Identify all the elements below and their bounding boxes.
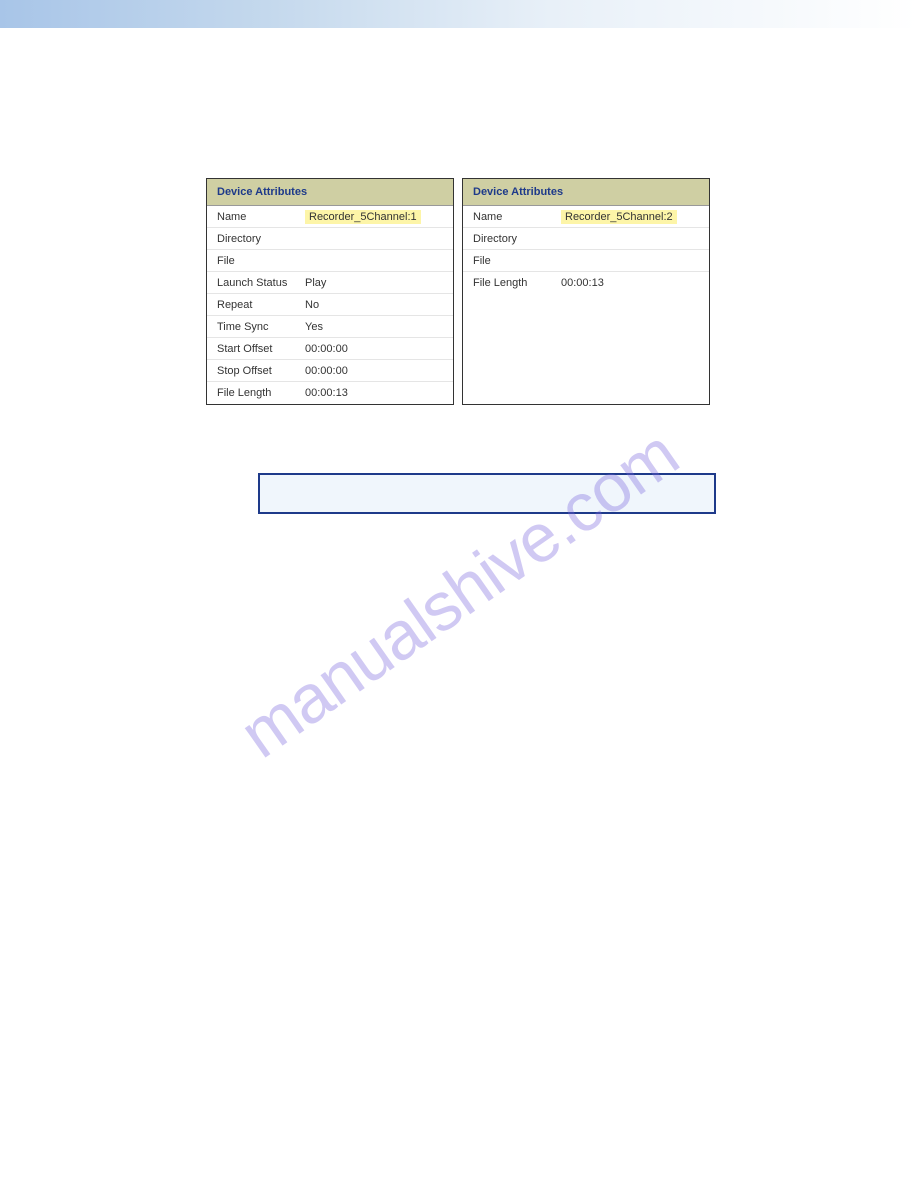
highlighted-value: Recorder_5Channel:2 <box>561 210 677 224</box>
row-label: Directory <box>473 233 561 245</box>
device-attributes-panel-2: Device Attributes Name Recorder_5Channel… <box>462 178 710 405</box>
table-row: Name Recorder_5Channel:1 <box>207 206 453 228</box>
row-value: Play <box>305 277 443 289</box>
info-box <box>258 473 716 514</box>
panels-container: Device Attributes Name Recorder_5Channel… <box>0 28 918 405</box>
table-row: File <box>207 250 453 272</box>
row-label: File <box>473 255 561 267</box>
row-label: File Length <box>473 277 561 289</box>
row-value: 00:00:13 <box>305 387 443 399</box>
row-label: Launch Status <box>217 277 305 289</box>
row-value: Recorder_5Channel:2 <box>561 211 699 223</box>
table-row: Launch Status Play <box>207 272 453 294</box>
row-label: Name <box>473 211 561 223</box>
table-row: Name Recorder_5Channel:2 <box>463 206 709 228</box>
row-label: Name <box>217 211 305 223</box>
row-label: Time Sync <box>217 321 305 333</box>
row-label: File <box>217 255 305 267</box>
panel-2-header: Device Attributes <box>463 179 709 206</box>
row-label: Stop Offset <box>217 365 305 377</box>
row-value: 00:00:13 <box>561 277 699 289</box>
row-value: Yes <box>305 321 443 333</box>
table-row: Repeat No <box>207 294 453 316</box>
table-row: Start Offset 00:00:00 <box>207 338 453 360</box>
panel-1-header: Device Attributes <box>207 179 453 206</box>
table-row: File Length 00:00:13 <box>463 272 709 294</box>
row-label: Directory <box>217 233 305 245</box>
highlighted-value: Recorder_5Channel:1 <box>305 210 421 224</box>
row-value: 00:00:00 <box>305 365 443 377</box>
table-row: Stop Offset 00:00:00 <box>207 360 453 382</box>
table-row: Time Sync Yes <box>207 316 453 338</box>
row-value: No <box>305 299 443 311</box>
table-row: File <box>463 250 709 272</box>
device-attributes-panel-1: Device Attributes Name Recorder_5Channel… <box>206 178 454 405</box>
row-label: Repeat <box>217 299 305 311</box>
row-value: Recorder_5Channel:1 <box>305 211 443 223</box>
watermark-text: manualshive.com <box>226 415 692 774</box>
row-label: Start Offset <box>217 343 305 355</box>
row-value: 00:00:00 <box>305 343 443 355</box>
table-row: Directory <box>207 228 453 250</box>
table-row: Directory <box>463 228 709 250</box>
top-gradient-bar <box>0 0 918 28</box>
table-row: File Length 00:00:13 <box>207 382 453 404</box>
row-label: File Length <box>217 387 305 399</box>
